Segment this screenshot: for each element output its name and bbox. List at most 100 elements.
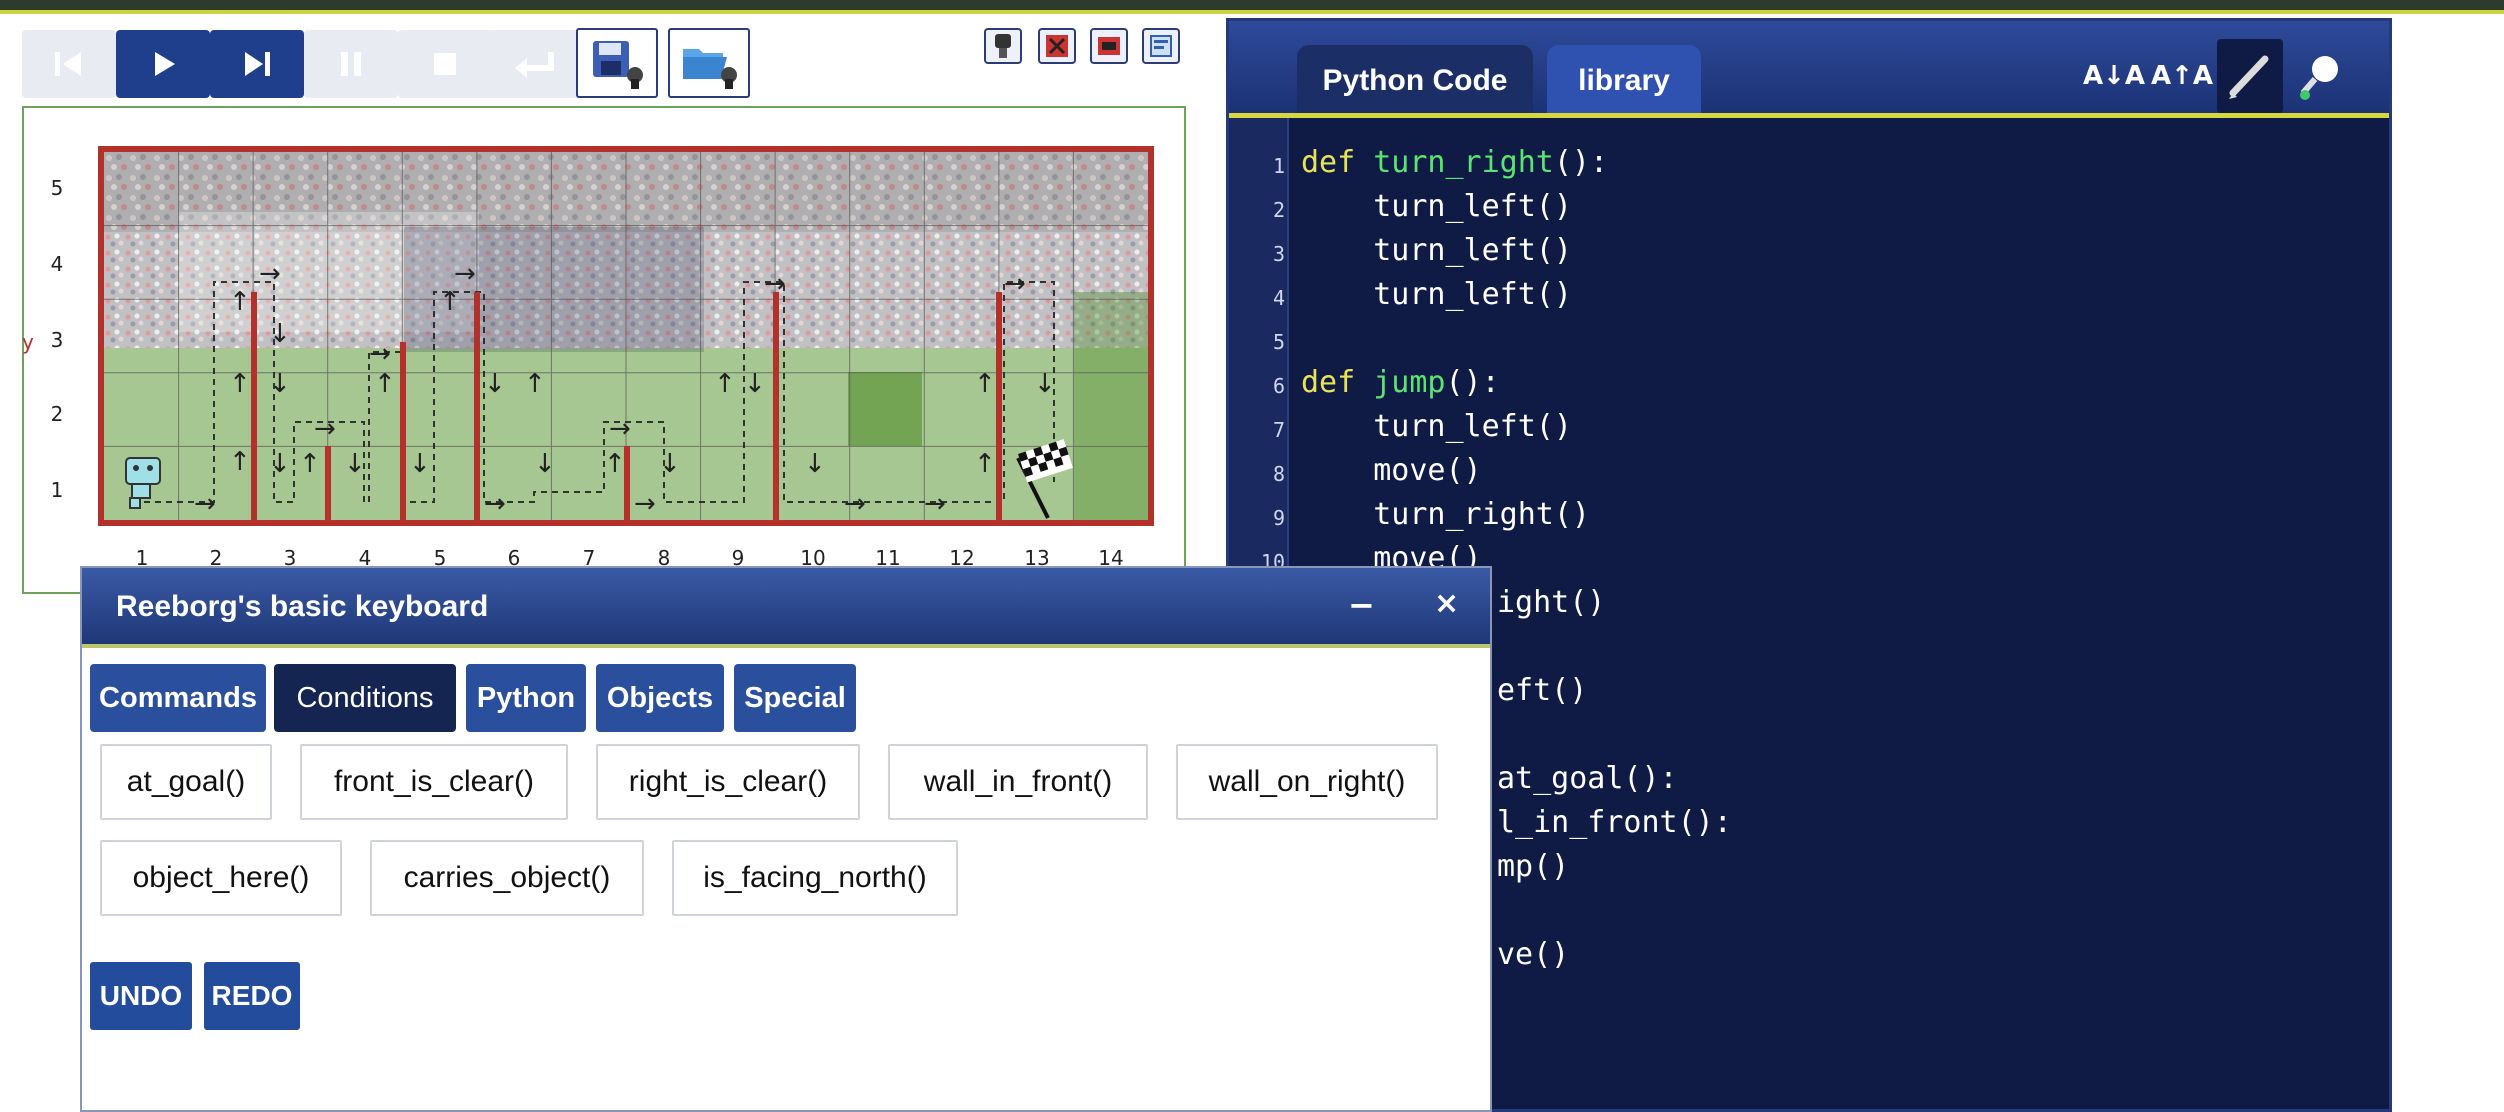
- svg-text:↓: ↓: [344, 449, 366, 479]
- magnifier-icon: [2300, 56, 2338, 100]
- cmd-object-here[interactable]: object_here(): [100, 840, 342, 916]
- svg-text:↑: ↑: [374, 369, 396, 399]
- keyboard-dialog: Reeborg's basic keyboard − × Commands Co…: [80, 566, 1492, 1112]
- svg-text:↓: ↓: [1034, 369, 1056, 399]
- svg-text:→: →: [259, 259, 281, 289]
- run-button[interactable]: [116, 30, 210, 98]
- tab-library[interactable]: library: [1547, 45, 1701, 117]
- code-line-partial: ight(): [1497, 585, 1606, 620]
- svg-text:↑: ↑: [714, 369, 736, 399]
- svg-text:↓: ↓: [269, 369, 291, 399]
- highlight-toggle-button[interactable]: [2217, 39, 2283, 113]
- undo-button[interactable]: UNDO: [90, 962, 192, 1030]
- reeborg-world-app: 5 4 3 2 1 y ↑ → ↓ ↑ ↓ ↑ ↓ ↑ → ↓ ↑ → ↓ ↑ …: [0, 0, 2504, 1112]
- svg-text:↑: ↑: [974, 449, 996, 479]
- tab-objects[interactable]: Objects: [596, 664, 724, 732]
- svg-text:→: →: [844, 489, 866, 519]
- font-decrease-icon: A↓A: [2082, 61, 2146, 91]
- tab-special[interactable]: Special: [734, 664, 856, 732]
- line-number: 4: [1272, 286, 1285, 310]
- svg-text:→: →: [454, 259, 476, 289]
- code-line-partial: ve(): [1497, 937, 1570, 972]
- line-number: 2: [1272, 198, 1285, 222]
- world-info-button[interactable]: [1142, 28, 1180, 64]
- cmd-is-facing-north[interactable]: is_facing_north(): [672, 840, 958, 916]
- svg-text:↓: ↓: [409, 449, 431, 479]
- robot-button[interactable]: [984, 28, 1022, 64]
- tab-python[interactable]: Python: [466, 664, 586, 732]
- tab-python-code[interactable]: Python Code: [1297, 45, 1533, 117]
- keyboard-accent-line: [82, 644, 1490, 648]
- open-world-button[interactable]: [668, 28, 750, 98]
- redo-button[interactable]: REDO: [204, 962, 300, 1030]
- line-number: 8: [1272, 462, 1285, 486]
- code-line-9: turn_right(): [1301, 497, 1590, 532]
- world-canvas: ↑→↓ ↑ ↓↑ ↓ ↑→↓ ↑→↓ ↑→↓ ↑↓ ↑ →↓↑ ↓→↓ → → → → →↑…: [104, 152, 1148, 520]
- code-line-3: turn_left(): [1301, 233, 1572, 268]
- close-button[interactable]: ×: [1434, 586, 1459, 621]
- world-edit-button[interactable]: [1038, 28, 1076, 64]
- svg-text:↑: ↑: [439, 287, 461, 317]
- line-number: 1: [1272, 154, 1285, 178]
- cmd-wall-in-front[interactable]: wall_in_front(): [888, 744, 1148, 820]
- svg-text:↓: ↓: [804, 449, 826, 479]
- code-line-partial: mp(): [1497, 849, 1570, 884]
- tab-commands[interactable]: Commands: [90, 664, 266, 732]
- code-line-4: turn_left(): [1301, 277, 1572, 312]
- y-tick-4: 4: [50, 252, 64, 276]
- play-icon: [155, 52, 175, 76]
- stop-icon: [434, 53, 456, 75]
- reload-button[interactable]: [22, 30, 116, 98]
- reload-icon: [55, 52, 81, 76]
- code-line-8: move(): [1301, 453, 1482, 488]
- world-grid[interactable]: ↑ → ↓ ↑ ↓ ↑ ↓ ↑ → ↓ ↑ → ↓ ↑ → ↓ ↑ ↓ ↑ → ↓ ↑ ↓ → ↓ → → → → → ↑…: [98, 146, 1154, 526]
- svg-text:→: →: [609, 414, 631, 444]
- svg-text:→: →: [1004, 269, 1026, 299]
- svg-text:↓: ↓: [484, 369, 506, 399]
- code-line-2: turn_left(): [1301, 189, 1572, 224]
- font-increase-button[interactable]: A↑A: [2149, 39, 2215, 113]
- top-strip: [0, 0, 2504, 14]
- y-tick-3: 3: [50, 328, 64, 352]
- pause-button[interactable]: [304, 30, 398, 98]
- y-tick-1: 1: [50, 478, 64, 502]
- svg-text:↑: ↑: [524, 369, 546, 399]
- cmd-wall-on-right[interactable]: wall_on_right(): [1176, 744, 1438, 820]
- editor-accent-line: [1229, 113, 2389, 118]
- svg-text:↓: ↓: [269, 449, 291, 479]
- pencil-icon: [2229, 55, 2269, 99]
- reverse-step-button[interactable]: [488, 30, 582, 98]
- cmd-at-goal[interactable]: at_goal(): [100, 744, 272, 820]
- keyboard-title: Reeborg's basic keyboard: [116, 590, 489, 623]
- y-tick-5: 5: [50, 176, 64, 200]
- y-axis-label: y: [22, 330, 34, 354]
- font-decrease-button[interactable]: A↓A: [2081, 39, 2147, 113]
- keyboard-titlebar[interactable]: Reeborg's basic keyboard − ×: [82, 568, 1490, 644]
- cmd-right-is-clear[interactable]: right_is_clear(): [596, 744, 860, 820]
- robot-icon: [995, 34, 1011, 58]
- line-number: 6: [1272, 374, 1285, 398]
- svg-text:↓: ↓: [269, 319, 291, 349]
- cmd-front-is-clear[interactable]: front_is_clear(): [300, 744, 568, 820]
- watch-variables-button[interactable]: [2287, 39, 2353, 113]
- stop-button[interactable]: [398, 30, 492, 98]
- svg-text:→: →: [369, 339, 391, 369]
- code-line-7: turn_left(): [1301, 409, 1572, 444]
- svg-text:↑: ↑: [974, 369, 996, 399]
- svg-text:↓: ↓: [534, 449, 556, 479]
- svg-text:↑: ↑: [229, 447, 251, 477]
- save-world-button[interactable]: [576, 28, 658, 98]
- svg-text:→: →: [484, 489, 506, 519]
- folder-icon: [683, 49, 737, 89]
- tab-conditions[interactable]: Conditions: [274, 664, 456, 732]
- pause-icon: [341, 52, 361, 76]
- code-line-partial: l_in_front():: [1497, 805, 1732, 840]
- cmd-carries-object[interactable]: carries_object(): [370, 840, 644, 916]
- line-number: 3: [1272, 242, 1285, 266]
- code-line-partial: at_goal():: [1497, 761, 1678, 796]
- minimize-button[interactable]: −: [1348, 586, 1375, 624]
- step-button[interactable]: [210, 30, 304, 98]
- world-clear-button[interactable]: [1090, 28, 1128, 64]
- top-accent-bar: [0, 10, 2504, 14]
- line-number: 5: [1272, 330, 1285, 354]
